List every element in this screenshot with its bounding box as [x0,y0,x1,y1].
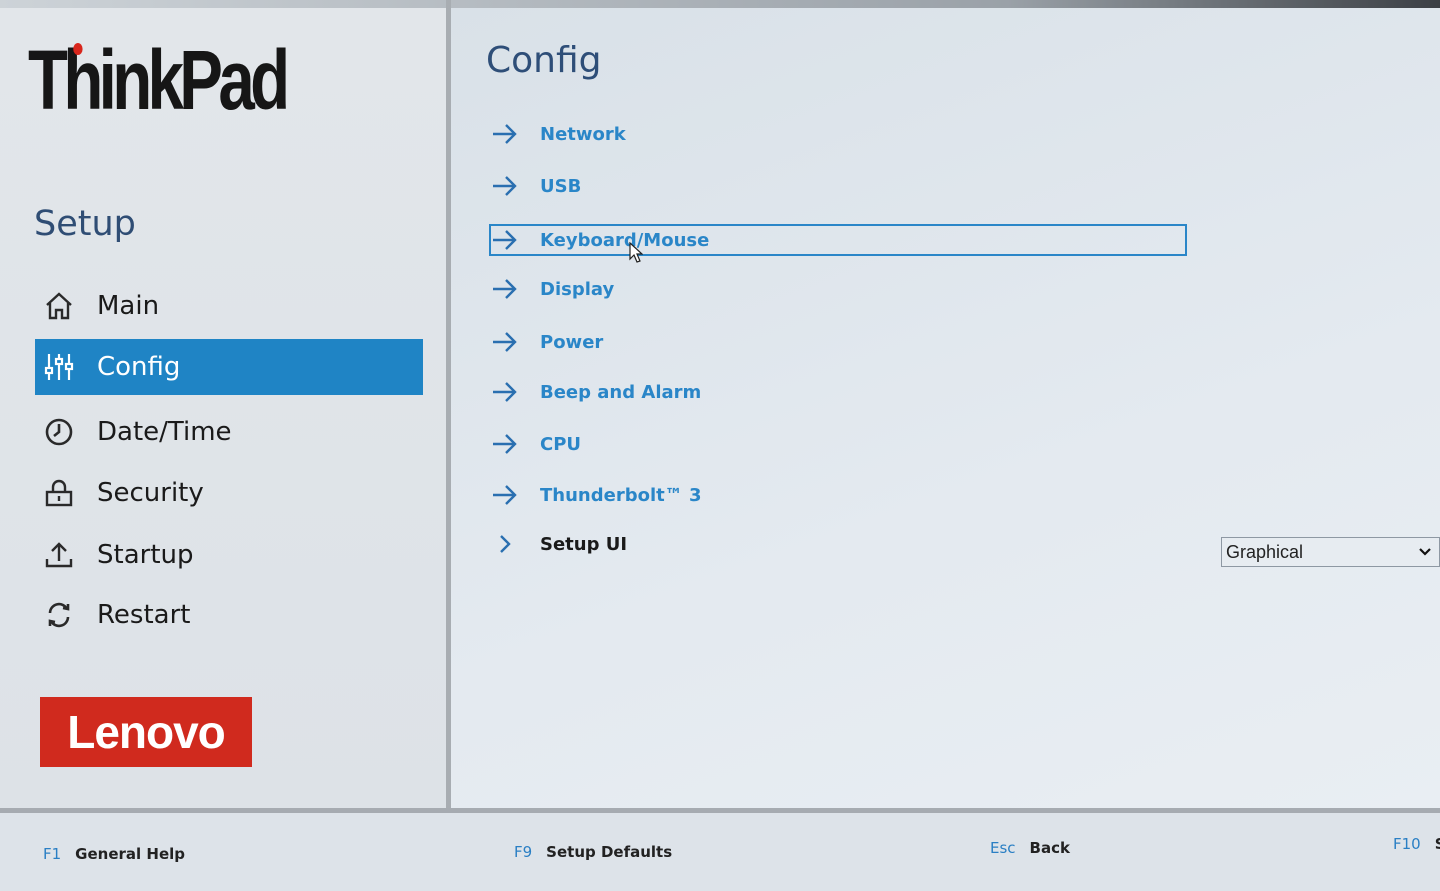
key-action: Setup Defaults [546,843,673,861]
footer-key-esc[interactable]: Esc Back [990,839,1070,857]
arrow-right-icon [491,328,525,356]
nav-item-startup[interactable]: Startup [35,527,423,583]
arrow-right-icon [491,120,525,148]
menu-item-label: CPU [540,433,582,455]
key-label: F10 [1393,835,1421,853]
nav-item-security[interactable]: Security [35,465,423,521]
upload-icon [39,535,79,575]
menu-item-display[interactable]: Display [491,275,1185,303]
menu-item-usb[interactable]: USB [491,172,1185,200]
nav-item-label: Startup [97,540,194,570]
menu-item-label: Network [540,123,626,145]
menu-item-label: Keyboard/Mouse [540,229,710,251]
thinkpad-logo-dot [73,43,83,55]
clock-icon [39,412,79,452]
key-action: General Help [75,845,185,863]
key-label: Esc [990,839,1016,857]
nav-item-label: Config [97,352,181,382]
mouse-cursor-icon [629,242,643,263]
setup-ui-select[interactable]: Graphical [1221,537,1440,567]
restart-icon [39,595,79,635]
footer-key-f1[interactable]: F1 General Help [43,845,185,863]
arrow-right-icon [491,378,525,406]
menu-item-label: Beep and Alarm [540,381,702,403]
menu-item-power[interactable]: Power [491,328,1185,356]
nav-item-label: Security [97,478,204,508]
key-label: F1 [43,845,62,863]
arrow-right-icon [491,275,525,303]
footer-key-f10[interactable]: F10 S [1393,835,1440,853]
setup-title: Setup [34,204,136,244]
top-bezel-strip [0,0,1440,8]
menu-item-setup-ui[interactable]: Setup UI [491,530,1185,558]
nav-item-label: Date/Time [97,417,232,447]
nav-item-label: Main [97,291,160,321]
arrow-right-icon [491,430,525,458]
chevron-right-icon [491,530,525,558]
nav-item-restart[interactable]: Restart [35,587,423,643]
nav-item-config[interactable]: Config [35,339,423,395]
thinkpad-logo: ThinkPad [28,33,290,127]
key-action: Back [1029,839,1070,857]
menu-item-keyboard-mouse[interactable]: Keyboard/Mouse [489,224,1187,256]
menu-item-network[interactable]: Network [491,120,1185,148]
home-icon [39,286,79,326]
nav-item-label: Restart [97,600,191,630]
nav-item-main[interactable]: Main [35,278,423,334]
menu-item-label: Display [540,278,615,300]
menu-item-beep-alarm[interactable]: Beep and Alarm [491,378,1185,406]
page-title: Config [486,40,602,81]
chevron-down-icon [1417,544,1433,564]
menu-item-cpu[interactable]: CPU [491,430,1185,458]
key-action: S [1435,835,1440,853]
menu-item-label: Thunderbolt™ 3 [540,484,702,506]
menu-item-thunderbolt[interactable]: Thunderbolt™ 3 [491,481,1185,509]
menu-item-label: Setup UI [540,533,628,555]
lock-icon [39,473,79,513]
footer-key-f9[interactable]: F9 Setup Defaults [514,843,672,861]
footer-bar [0,813,1440,891]
key-label: F9 [514,843,533,861]
menu-item-label: USB [540,175,582,197]
arrow-right-icon [491,172,525,200]
arrow-right-icon [491,226,525,254]
setup-ui-select-value: Graphical [1226,541,1304,562]
menu-item-label: Power [540,331,604,353]
nav-item-datetime[interactable]: Date/Time [35,404,423,460]
sliders-icon [39,347,79,387]
lenovo-logo: Lenovo [40,697,252,767]
arrow-right-icon [491,481,525,509]
